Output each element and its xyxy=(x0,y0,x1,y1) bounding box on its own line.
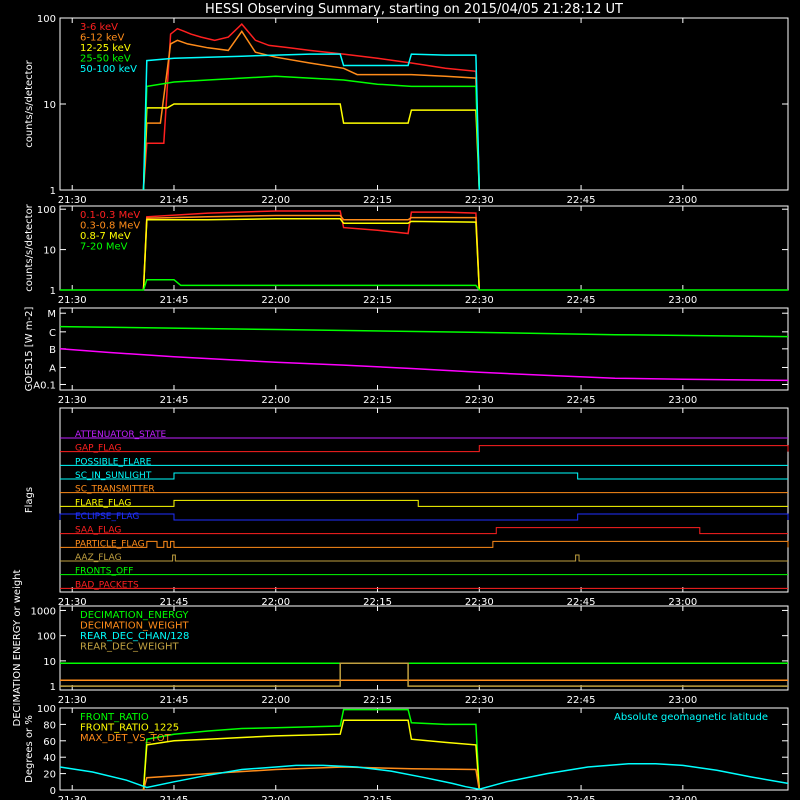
x-tick-label: 21:30 xyxy=(58,395,87,406)
legend-entry: 0.8-7 MeV xyxy=(80,231,131,242)
y-tick-label: 1 xyxy=(50,186,56,197)
y-axis-label: GOES15 [W m-2] xyxy=(24,307,35,392)
x-tick-label: 21:45 xyxy=(160,795,189,800)
legend-entry: 6-12 keV xyxy=(80,33,124,44)
hessi-summary-chart: HESSI Observing Summary, starting on 201… xyxy=(0,0,800,800)
x-tick-label: 22:45 xyxy=(567,295,596,306)
x-tick-label: 21:45 xyxy=(160,195,189,206)
chart-title: HESSI Observing Summary, starting on 201… xyxy=(205,2,623,17)
x-tick-label: 22:00 xyxy=(261,395,290,406)
y-tick-label: B xyxy=(49,345,56,356)
y-tick-label: 100 xyxy=(37,205,56,216)
legend-entry: 7-20 MeV xyxy=(80,242,128,253)
x-tick-label: 23:00 xyxy=(668,395,697,406)
y-tick-label: 10 xyxy=(43,657,56,668)
x-tick-label: 22:00 xyxy=(261,195,290,206)
legend-entry: FRONT_RATIO xyxy=(80,712,149,723)
y-tick-label: 80 xyxy=(43,720,56,731)
legend-entry: MAX_DET_VS_TOT xyxy=(80,733,172,744)
x-tick-label: 22:15 xyxy=(363,295,392,306)
annotation: Absolute geomagnetic latitude xyxy=(614,712,768,723)
legend-entry: DECIMATION_ENERGY xyxy=(80,610,189,621)
y-axis-label: Flags xyxy=(24,487,35,513)
y-tick-label: 100 xyxy=(37,704,56,715)
x-tick-label: 21:30 xyxy=(58,795,87,800)
x-tick-label: 22:15 xyxy=(363,395,392,406)
legend-entry: 25-50 keV xyxy=(80,54,131,65)
y-tick-label: M xyxy=(47,309,56,320)
x-tick-label: 22:30 xyxy=(465,795,494,800)
legend-entry: FRONT_RATIO_1225 xyxy=(80,723,179,734)
x-tick-label: 22:30 xyxy=(465,195,494,206)
x-tick-label: 22:30 xyxy=(465,295,494,306)
legend-entry: REAR_DEC_CHAN/128 xyxy=(80,631,189,642)
y-tick-label: 100 xyxy=(37,14,56,25)
y-tick-label: 1 xyxy=(50,286,56,297)
x-tick-label: 23:00 xyxy=(668,795,697,800)
x-tick-label: 22:15 xyxy=(363,195,392,206)
x-tick-label: 22:30 xyxy=(465,395,494,406)
y-tick-label: A0.1 xyxy=(33,380,56,391)
y-axis-label: DECIMATION ENERGY or weight xyxy=(12,569,23,726)
x-tick-label: 22:30 xyxy=(465,695,494,706)
legend-entry: 12-25 keV xyxy=(80,43,131,54)
legend-entry: 50-100 keV xyxy=(80,64,137,75)
y-tick-label: 10 xyxy=(43,246,56,257)
x-tick-label: 22:45 xyxy=(567,695,596,706)
y-tick-label: 0 xyxy=(50,786,56,797)
y-tick-label: A xyxy=(49,363,56,374)
y-tick-label: C xyxy=(49,328,56,339)
y-tick-label: 60 xyxy=(43,737,56,748)
legend-entry: DECIMATION_WEIGHT xyxy=(80,621,189,632)
legend-entry: 0.3-0.8 MeV xyxy=(80,221,140,232)
y-tick-label: 100 xyxy=(37,632,56,643)
x-tick-label: 21:30 xyxy=(58,195,87,206)
legend-entry: 0.1-0.3 MeV xyxy=(80,210,140,221)
x-tick-label: 22:15 xyxy=(363,695,392,706)
x-tick-label: 22:00 xyxy=(261,695,290,706)
x-tick-label: 23:00 xyxy=(668,295,697,306)
x-tick-label: 23:00 xyxy=(668,695,697,706)
y-axis-label: Degrees or % xyxy=(24,715,35,783)
y-tick-label: 40 xyxy=(43,753,56,764)
y-tick-label: 1000 xyxy=(31,606,56,617)
x-tick-label: 22:45 xyxy=(567,395,596,406)
x-tick-label: 21:45 xyxy=(160,695,189,706)
x-tick-label: 23:00 xyxy=(668,195,697,206)
x-tick-label: 22:15 xyxy=(363,795,392,800)
x-tick-label: 22:00 xyxy=(261,295,290,306)
x-tick-label: 22:45 xyxy=(567,795,596,800)
y-tick-label: 10 xyxy=(43,100,56,111)
y-axis-label: counts/s/detector xyxy=(24,203,35,291)
x-tick-label: 21:30 xyxy=(58,695,87,706)
x-tick-label: 21:45 xyxy=(160,395,189,406)
x-tick-label: 22:45 xyxy=(567,195,596,206)
x-tick-label: 21:30 xyxy=(58,295,87,306)
x-tick-label: 22:00 xyxy=(261,795,290,800)
y-axis-label: counts/s/detector xyxy=(24,59,35,147)
y-tick-label: 20 xyxy=(43,770,56,781)
y-tick-label: 1 xyxy=(50,682,56,693)
legend-entry: REAR_DEC_WEIGHT xyxy=(80,642,179,653)
x-tick-label: 21:45 xyxy=(160,295,189,306)
legend-entry: 3-6 keV xyxy=(80,22,118,33)
